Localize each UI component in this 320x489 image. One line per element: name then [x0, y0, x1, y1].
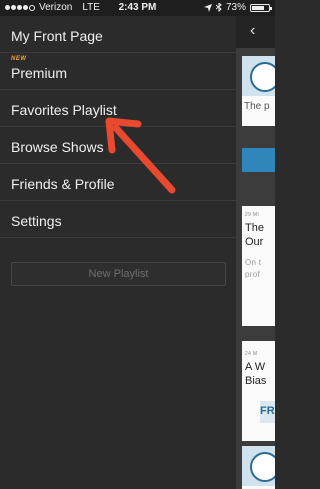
menu-item-settings[interactable]: Settings [0, 201, 236, 238]
new-badge: NEW [11, 56, 27, 62]
menu-item-browse-shows[interactable]: Browse Shows [0, 127, 236, 164]
podcast-thumbnail [242, 56, 275, 96]
episode-card[interactable]: 24 M A W Bias FR [242, 341, 275, 441]
background-content-pane: ‹ The p 29 MI The Our On t prof 24 M A W… [236, 16, 275, 489]
location-arrow-icon [203, 3, 212, 12]
menu-item-label: Premium [11, 65, 68, 81]
status-bar: Verizon LTE 2:43 PM 73% [0, 0, 275, 16]
blue-action-bar[interactable] [242, 148, 275, 172]
status-right: 73% [203, 2, 272, 13]
card-title-line: Our [245, 236, 264, 248]
episode-card[interactable] [242, 446, 275, 489]
card-text: The p [244, 101, 270, 112]
menu-item-label: Friends & Profile [11, 176, 115, 192]
card-thumb-text: FR [260, 405, 275, 417]
battery-percent: 73% [225, 2, 246, 13]
menu-item-my-front-page[interactable]: My Front Page [0, 16, 236, 53]
menu-item-label: My Front Page [11, 28, 103, 44]
menu-item-premium[interactable]: NEW Premium [0, 53, 236, 90]
menu-item-friends-profile[interactable]: Friends & Profile [0, 164, 236, 201]
card-meta: 29 MI [245, 212, 260, 218]
episode-card[interactable]: 29 MI The Our On t prof [242, 206, 275, 326]
podcast-thumbnail [242, 446, 275, 486]
card-subtitle-line: On t [245, 258, 262, 267]
card-meta: 24 M [245, 351, 258, 357]
menu-item-label: Settings [11, 213, 62, 229]
card-thumbnail: FR [260, 401, 275, 423]
bluetooth-icon [215, 3, 222, 12]
chevron-left-icon[interactable]: ‹ [250, 22, 255, 40]
card-title-line: Bias [245, 375, 267, 387]
menu-item-favorites-playlist[interactable]: Favorites Playlist [0, 90, 236, 127]
episode-card[interactable]: The p [242, 56, 275, 126]
card-subtitle-line: prof [245, 270, 260, 279]
pane-header: ‹ [236, 16, 275, 48]
side-drawer-menu: My Front Page NEW Premium Favorites Play… [0, 16, 236, 489]
menu-item-label: Browse Shows [11, 139, 104, 155]
new-playlist-button[interactable]: New Playlist [11, 262, 226, 286]
menu-item-label: Favorites Playlist [11, 102, 117, 118]
card-title-line: A W [245, 361, 266, 373]
battery-icon [250, 3, 272, 12]
card-title-line: The [245, 222, 264, 234]
